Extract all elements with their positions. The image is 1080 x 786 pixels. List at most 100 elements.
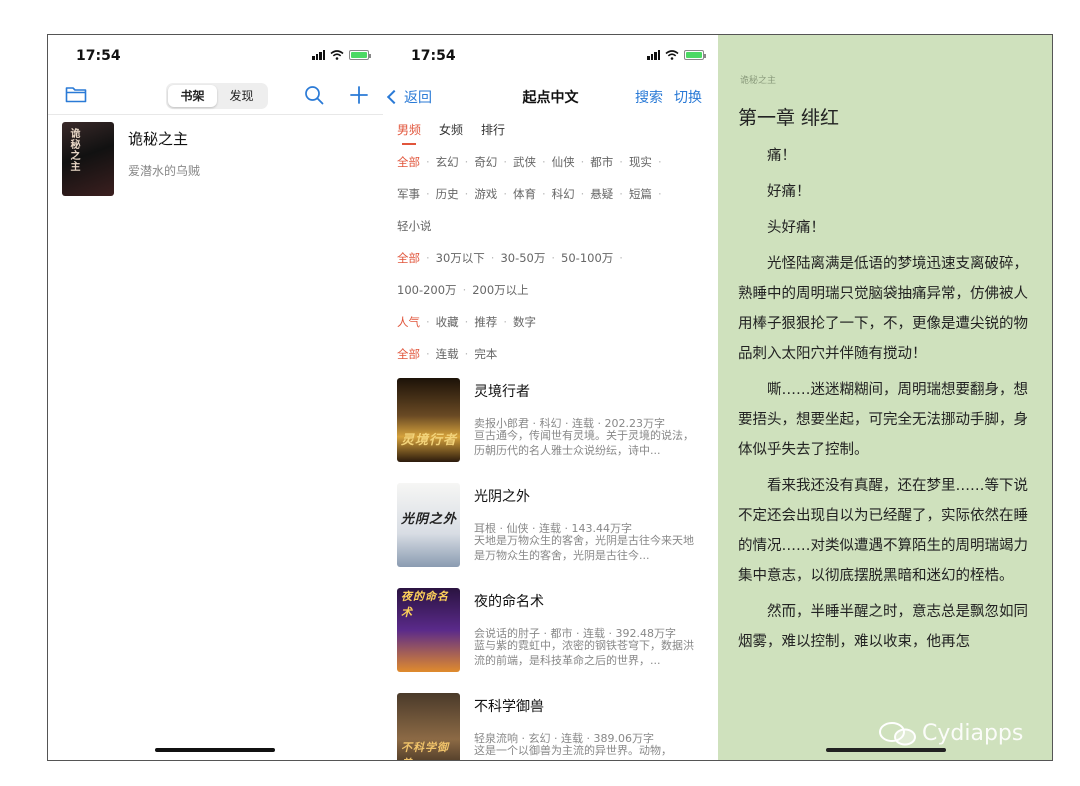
book-cover: 不科学御兽: [397, 693, 460, 760]
paragraph: 头好痛！: [767, 220, 825, 236]
folder-icon[interactable]: [65, 85, 87, 103]
status-filter[interactable]: 完本: [474, 347, 497, 361]
wifi-icon: [665, 50, 679, 60]
genre-filter[interactable]: 全部: [397, 155, 420, 169]
genre-filter[interactable]: 轻小说: [397, 219, 432, 233]
discover-nav: 返回 起点中文 搜索 切换: [383, 79, 718, 115]
segment-bookshelf[interactable]: 书架: [168, 85, 217, 107]
book-cover: 夜的命名术: [397, 588, 460, 672]
wordcount-filter[interactable]: 100-200万: [397, 283, 457, 297]
plus-icon[interactable]: [349, 85, 369, 105]
genre-row-3: 轻小说: [397, 218, 432, 234]
paragraph: 然而，半睡半醒之时，意志总是飘忽如同烟雾，难以控制，难以收束，他再怎: [738, 604, 1028, 650]
status-bar: 17:54: [48, 35, 383, 79]
paragraph: 好痛！: [767, 184, 811, 200]
genre-filter[interactable]: 武侠: [513, 155, 536, 169]
genre-row-2: 军事 · 历史 · 游戏 · 体育 · 科幻 · 悬疑 · 短篇 ·: [397, 187, 662, 201]
book-cover: 诡秘之主: [62, 122, 114, 196]
book-description: 蓝与紫的霓虹中，浓密的钢铁苍穹下，数据洪流的前端，是科技革命之后的世界，...: [474, 639, 694, 667]
tab-ranking[interactable]: 排行: [481, 121, 505, 138]
chapter-title: 第一章 绯红: [738, 107, 840, 129]
paragraph: 看来我还没有真醒，还在梦里……等下说不定还会出现自以为已经醒了，实际依然在睡的情…: [738, 478, 1028, 584]
tab-female[interactable]: 女频: [439, 121, 463, 138]
sort-filter[interactable]: 人气: [397, 315, 420, 329]
page-title: 起点中文: [522, 90, 579, 106]
book-cover: 光阴之外: [397, 483, 460, 567]
sort-row: 人气 · 收藏 · 推荐 · 数字: [397, 315, 536, 329]
sort-filter[interactable]: 推荐: [474, 315, 497, 329]
book-list-item[interactable]: 灵境行者 灵境行者 卖报小郎君 · 科幻 · 连载 · 202.23万字 亘古通…: [397, 378, 707, 466]
book-title: 光阴之外: [474, 489, 530, 505]
wordcount-row-1: 全部 · 30万以下 · 30-50万 · 50-100万 ·: [397, 251, 623, 265]
discover-panel: 17:54 返回 起点中文 搜索 切换 男频 女频 排行 全部 · 玄幻 · 奇幻 · 武侠…: [383, 35, 718, 760]
genre-filter[interactable]: 历史: [436, 187, 459, 201]
genre-filter[interactable]: 现实: [629, 155, 652, 169]
tab-male[interactable]: 男频: [397, 121, 421, 145]
home-indicator: [155, 748, 275, 752]
wordcount-filter[interactable]: 30万以下: [436, 251, 485, 265]
book-description: 这是一个以御兽为主流的异世界。动物，: [474, 744, 672, 757]
reader-panel: 诡秘之主 第一章 绯红 痛！ 好痛！ 头好痛！ 光怪陆离满是低语的梦境迅速支离破…: [718, 35, 1052, 760]
genre-filter[interactable]: 体育: [513, 187, 536, 201]
wordcount-filter[interactable]: 50-100万: [561, 251, 613, 265]
genre-filter[interactable]: 奇幻: [474, 155, 497, 169]
cellular-icon: [312, 50, 325, 60]
paragraph: 痛！: [767, 148, 796, 164]
search-icon[interactable]: [304, 85, 324, 105]
genre-filter[interactable]: 短篇: [629, 187, 652, 201]
genre-filter[interactable]: 军事: [397, 187, 420, 201]
genre-filter[interactable]: 悬疑: [590, 187, 613, 201]
shelf-book-item[interactable]: 诡秘之主 诡秘之主 爱潜水的乌贼: [62, 122, 372, 198]
book-list-item[interactable]: 不科学御兽 不科学御兽 轻泉流响 · 玄幻 · 连载 · 389.06万字 这是…: [397, 693, 707, 760]
status-time: 17:54: [411, 48, 456, 64]
wifi-icon: [330, 50, 344, 60]
status-icons: [647, 50, 706, 60]
paragraph: 光怪陆离满是低语的梦境迅速支离破碎，熟睡中的周明瑞只觉脑袋抽痛异常，仿佛被人用棒…: [738, 256, 1028, 362]
cover-text: 诡秘之主: [68, 128, 79, 172]
wordcount-filter[interactable]: 全部: [397, 251, 420, 265]
genre-filter[interactable]: 仙侠: [552, 155, 575, 169]
paragraph: 嘶……迷迷糊糊间，周明瑞想要翻身，想要捂头，想要坐起，可完全无法挪动手脚，身体似…: [738, 382, 1028, 458]
book-title: 灵境行者: [474, 384, 530, 400]
status-filter-row: 全部 · 连载 · 完本: [397, 347, 498, 361]
chapter-body: 痛！ 好痛！ 头好痛！ 光怪陆离满是低语的梦境迅速支离破碎，熟睡中的周明瑞只觉脑…: [738, 141, 1034, 663]
wordcount-filter[interactable]: 200万以上: [472, 283, 528, 297]
cover-text: 光阴之外: [401, 512, 458, 527]
wordcount-filter[interactable]: 30-50万: [500, 251, 545, 265]
battery-icon: [349, 50, 371, 60]
genre-row-1: 全部 · 玄幻 · 奇幻 · 武侠 · 仙侠 · 都市 · 现实 ·: [397, 155, 662, 169]
watermark: Cydiapps: [878, 721, 1023, 746]
book-cover: 灵境行者: [397, 378, 460, 462]
genre-filter[interactable]: 科幻: [552, 187, 575, 201]
cover-text: 夜的命名术: [401, 590, 449, 619]
bookshelf-nav: 书架 发现: [48, 79, 383, 115]
bookshelf-panel: 17:54 书架 发现 诡秘之主 诡秘之主 爱潜水的乌贼: [48, 35, 383, 760]
cellular-icon: [647, 50, 660, 60]
segment-discover[interactable]: 发现: [217, 85, 266, 107]
sort-filter[interactable]: 收藏: [436, 315, 459, 329]
wechat-icon: [879, 721, 916, 745]
book-description: 天地是万物众生的客舍，光阴是古往今来天地是万物众生的客舍，光阴是古往今...: [474, 534, 694, 562]
book-list-item[interactable]: 光阴之外 光阴之外 耳根 · 仙侠 · 连载 · 143.44万字 天地是万物众…: [397, 483, 707, 571]
status-filter[interactable]: 连载: [436, 347, 459, 361]
watermark-text: Cydiapps: [922, 721, 1024, 746]
status-time: 17:54: [76, 48, 121, 64]
sort-filter[interactable]: 数字: [513, 315, 536, 329]
status-bar: 17:54: [383, 35, 718, 79]
channel-tabs: 男频 女频 排行: [397, 121, 505, 145]
battery-icon: [684, 50, 706, 60]
book-author: 爱潜水的乌贼: [128, 164, 201, 178]
genre-filter[interactable]: 游戏: [474, 187, 497, 201]
cover-text: 灵境行者: [401, 433, 458, 448]
wordcount-row-2: 100-200万 · 200万以上: [397, 283, 529, 297]
switch-button[interactable]: 切换: [674, 87, 702, 107]
status-filter[interactable]: 全部: [397, 347, 420, 361]
genre-filter[interactable]: 玄幻: [436, 155, 459, 169]
home-indicator: [826, 748, 946, 752]
book-title: 诡秘之主: [128, 130, 189, 148]
view-segmented-control: 书架 发现: [166, 83, 268, 109]
search-button[interactable]: 搜索: [635, 87, 663, 107]
book-list-item[interactable]: 夜的命名术 夜的命名术 会说话的肘子 · 都市 · 连载 · 392.48万字 …: [397, 588, 707, 676]
cover-text: 不科学御兽: [401, 741, 449, 760]
genre-filter[interactable]: 都市: [590, 155, 613, 169]
